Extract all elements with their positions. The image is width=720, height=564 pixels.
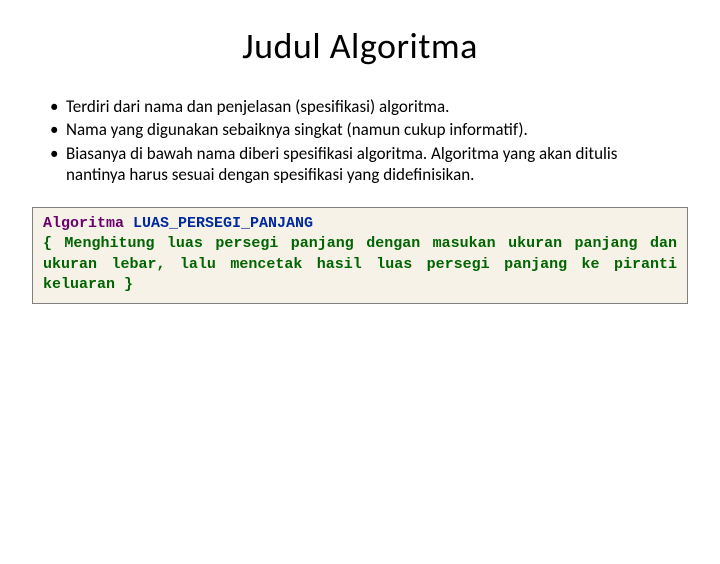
list-item: Terdiri dari nama dan penjelasan (spesif… <box>46 96 674 117</box>
list-item: Biasanya di bawah nama diberi spesifikas… <box>46 143 674 186</box>
page-title: Judul Algoritma <box>0 24 720 68</box>
slide: Judul Algoritma Terdiri dari nama dan pe… <box>0 24 720 564</box>
code-example-box: Algoritma LUAS_PERSEGI_PANJANG { Menghit… <box>32 207 688 304</box>
code-comment: { Menghitung luas persegi panjang dengan… <box>43 235 677 293</box>
list-item: Nama yang digunakan sebaiknya singkat (n… <box>46 119 674 140</box>
code-name: LUAS_PERSEGI_PANJANG <box>133 215 313 232</box>
bullet-list: Terdiri dari nama dan penjelasan (spesif… <box>46 96 674 185</box>
code-keyword: Algoritma <box>43 215 124 232</box>
